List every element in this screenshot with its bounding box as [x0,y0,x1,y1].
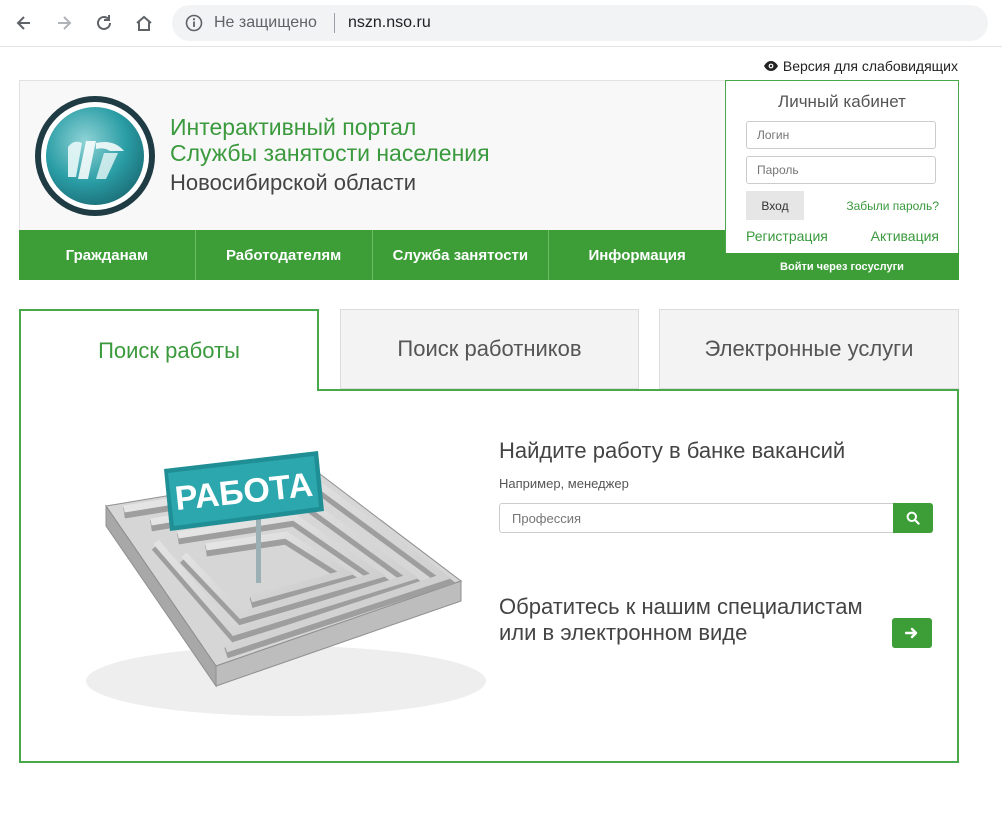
forward-arrow-icon [58,16,72,30]
activate-link[interactable]: Активация [871,228,939,244]
nav-item-employers[interactable]: Работодателям [196,230,373,280]
search-title: Найдите работу в банке вакансий [499,438,846,463]
personal-cabinet: Личный кабинет Вход Забыли пароль? Регис… [725,80,959,254]
portal-title-line3: Новосибирской области [170,170,417,195]
login-input[interactable] [746,121,936,149]
eye-icon [763,61,778,71]
register-link[interactable]: Регистрация [746,228,828,244]
address-separator [334,13,335,33]
tab-e-services[interactable]: Электронные услуги [659,309,959,389]
cabinet-title: Личный кабинет [778,92,906,111]
forward-button[interactable] [52,11,76,35]
back-arrow-icon [16,16,30,30]
password-input[interactable] [746,156,936,184]
back-button[interactable] [12,11,36,35]
tab-worker-search[interactable]: Поиск работников [340,309,639,389]
security-status: Не защищено [214,14,317,31]
search-hint: Например, менеджер [499,476,629,491]
portal-logo[interactable] [34,95,156,217]
portal-title-line2: Службы занятости населения [170,140,490,166]
contact-arrow-button[interactable] [892,618,932,648]
accessibility-link[interactable]: Версия для слабовидящих [763,58,958,74]
nav-item-information[interactable]: Информация [549,230,725,280]
maze-illustration: РАБОТА [86,451,486,716]
reload-icon [97,15,111,30]
browser-toolbar: Не защищено nszn.nso.ru [0,0,1002,47]
main-nav: Гражданам Работодателям Служба занятости… [19,230,725,280]
info-icon[interactable] [184,13,204,33]
search-button[interactable] [893,503,933,533]
reload-button[interactable] [92,11,116,35]
portal-title-line1: Интерактивный портал [170,114,417,140]
home-button[interactable] [132,11,156,35]
forgot-password-link[interactable]: Забыли пароль? [846,199,939,213]
job-search-panel: РАБОТА Найдите работу в банке вакансий Н… [19,389,959,763]
contact-line1: Обратитесь к нашим специалистам [499,594,863,619]
arrow-right-icon [905,627,918,639]
tab-job-search[interactable]: Поиск работы [19,309,319,391]
gosuslugi-login-button[interactable]: Войти через госуслуги [725,253,959,280]
profession-search-input[interactable] [499,503,894,533]
accessibility-label: Версия для слабовидящих [782,58,958,74]
nav-item-citizens[interactable]: Гражданам [19,230,196,280]
login-button[interactable]: Вход [746,191,804,220]
search-icon [906,511,920,525]
url-text[interactable]: nszn.nso.ru [348,14,431,32]
address-bar[interactable]: Не защищено nszn.nso.ru [172,5,988,41]
site-header: Интерактивный портал Службы занятости на… [19,80,728,232]
contact-line2: или в электронном виде [499,620,748,645]
home-icon [136,15,152,31]
nav-item-employment-service[interactable]: Служба занятости [373,230,550,280]
